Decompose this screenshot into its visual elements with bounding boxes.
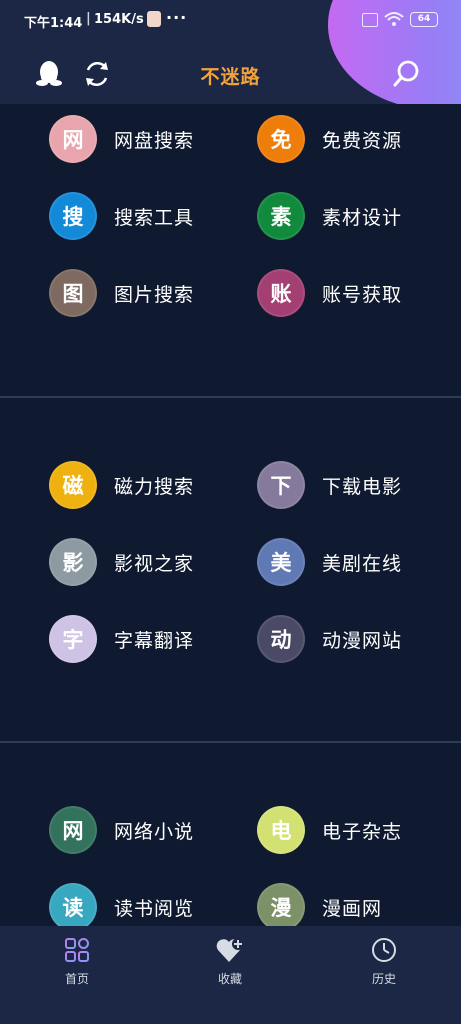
item-label: 图片搜索 xyxy=(114,283,195,306)
item-label: 免费资源 xyxy=(322,129,403,152)
item-badge: 电 xyxy=(257,806,305,854)
list-item[interactable]: 电 电子杂志 xyxy=(257,805,402,855)
list-item[interactable]: 漫 漫画网 xyxy=(257,882,382,926)
item-label: 素材设计 xyxy=(322,206,403,229)
status-separator: | xyxy=(86,11,91,26)
item-label: 影视之家 xyxy=(114,552,195,575)
search-icon[interactable] xyxy=(391,58,421,90)
bottom-navigation: 首页 收藏 历史 xyxy=(0,926,461,1024)
nav-label: 首页 xyxy=(64,972,89,986)
status-time: 下午1:44 xyxy=(24,16,83,31)
list-item[interactable]: 网 网盘搜索 xyxy=(49,114,194,164)
item-badge: 美 xyxy=(257,538,305,586)
list-item[interactable]: 美 美剧在线 xyxy=(257,537,402,587)
list-item[interactable]: 账 账号获取 xyxy=(257,268,402,318)
list-item[interactable]: 网 网络小说 xyxy=(49,805,194,855)
sim-icon xyxy=(362,13,378,27)
status-bar: 下午1:44 | 154K/s ··· 64 xyxy=(0,0,461,40)
clock-icon xyxy=(372,938,396,962)
section-resources: 网 网盘搜索 免 免费资源 搜 搜索工具 素 素材设计 图 图片搜索 账 账号获… xyxy=(0,104,461,396)
heart-plus-icon xyxy=(216,938,244,962)
item-label: 美剧在线 xyxy=(322,552,403,575)
item-label: 网盘搜索 xyxy=(114,129,195,152)
item-badge: 网 xyxy=(49,115,97,163)
list-item[interactable]: 图 图片搜索 xyxy=(49,268,194,318)
list-item[interactable]: 字 字幕翻译 xyxy=(49,614,194,664)
item-label: 字幕翻译 xyxy=(114,629,195,652)
item-label: 下载电影 xyxy=(322,475,403,498)
item-badge: 免 xyxy=(257,115,305,163)
item-label: 漫画网 xyxy=(322,897,383,920)
list-item[interactable]: 素 素材设计 xyxy=(257,191,402,241)
item-label: 网络小说 xyxy=(114,820,195,843)
item-label: 读书阅览 xyxy=(114,897,195,920)
item-badge: 动 xyxy=(257,615,305,663)
item-badge: 读 xyxy=(49,883,97,926)
item-badge: 网 xyxy=(49,806,97,854)
status-more-dots: ··· xyxy=(166,8,188,27)
status-network-speed: 154K/s xyxy=(94,12,144,27)
section-reading: 网 网络小说 电 电子杂志 读 读书阅览 漫 漫画网 xyxy=(0,743,461,926)
nav-label: 收藏 xyxy=(217,972,242,986)
list-item[interactable]: 搜 搜索工具 xyxy=(49,191,194,241)
top-header: 下午1:44 | 154K/s ··· 64 不迷路 xyxy=(0,0,461,104)
nav-favorites[interactable]: 收藏 xyxy=(180,936,280,987)
list-item[interactable]: 影 影视之家 xyxy=(49,537,194,587)
item-label: 磁力搜索 xyxy=(114,475,195,498)
item-badge: 影 xyxy=(49,538,97,586)
item-badge: 账 xyxy=(257,269,305,317)
item-badge: 搜 xyxy=(49,192,97,240)
item-badge: 漫 xyxy=(257,883,305,926)
item-badge: 下 xyxy=(257,461,305,509)
item-label: 搜索工具 xyxy=(114,206,195,229)
nav-history[interactable]: 历史 xyxy=(334,936,434,987)
list-item[interactable]: 动 动漫网站 xyxy=(257,614,402,664)
item-label: 电子杂志 xyxy=(322,820,403,843)
item-badge: 图 xyxy=(49,269,97,317)
wifi-icon xyxy=(384,12,404,26)
nav-home[interactable]: 首页 xyxy=(27,936,127,987)
list-item[interactable]: 磁 磁力搜索 xyxy=(49,460,194,510)
item-label: 动漫网站 xyxy=(322,629,403,652)
home-grid-icon xyxy=(65,938,89,962)
list-item[interactable]: 读 读书阅览 xyxy=(49,882,194,926)
category-list: 网 网盘搜索 免 免费资源 搜 搜索工具 素 素材设计 图 图片搜索 账 账号获… xyxy=(0,104,461,926)
item-badge: 磁 xyxy=(49,461,97,509)
list-item[interactable]: 下 下载电影 xyxy=(257,460,402,510)
battery-icon: 64 xyxy=(410,12,438,27)
section-movies: 磁 磁力搜索 下 下载电影 影 影视之家 美 美剧在线 字 字幕翻译 动 动漫网… xyxy=(0,398,461,742)
nav-label: 历史 xyxy=(371,972,396,986)
item-badge: 素 xyxy=(257,192,305,240)
item-label: 账号获取 xyxy=(322,283,403,306)
list-item[interactable]: 免 免费资源 xyxy=(257,114,402,164)
notification-avatar-icon xyxy=(147,11,161,27)
item-badge: 字 xyxy=(49,615,97,663)
